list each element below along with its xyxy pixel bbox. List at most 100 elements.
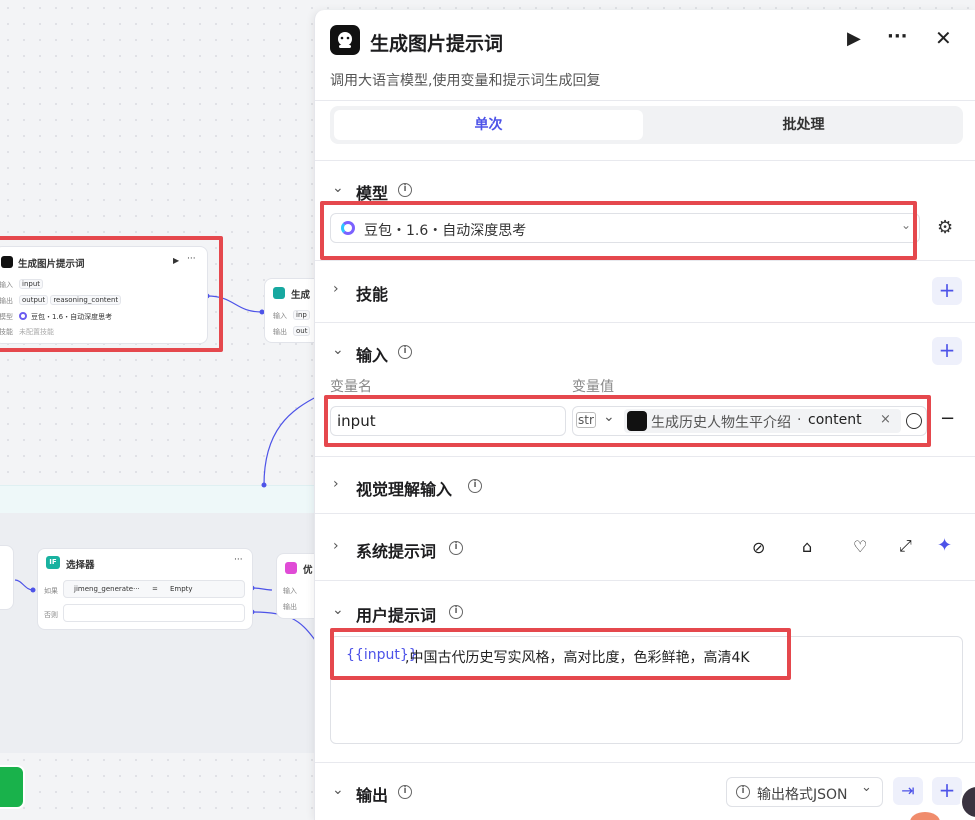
divider <box>315 762 975 763</box>
source-field: content <box>808 412 862 428</box>
chevron-down-icon: ⌄ <box>603 409 615 425</box>
input-label: 输入 <box>0 281 13 289</box>
node-title: 生成图片提示词 <box>18 259 85 270</box>
output-format-select[interactable]: i 输出格式JSON ⌄ <box>726 777 883 807</box>
library-icon[interactable]: ⌂ <box>802 537 812 556</box>
ai-sparkle-icon[interactable]: ✦ <box>937 535 952 556</box>
output-format-label: 输出格式JSON <box>757 787 848 803</box>
doubao-icon <box>19 312 27 320</box>
remove-ref-icon[interactable]: × <box>880 412 891 427</box>
more-icon[interactable]: ··· <box>187 254 196 264</box>
divider <box>315 160 975 161</box>
run-icon[interactable]: ▶ <box>847 28 861 49</box>
if-badge: IF <box>46 556 60 569</box>
source-ref-tag[interactable]: 生成历史人物生平介绍 · content × <box>624 409 901 433</box>
node-title: 优 <box>303 565 313 576</box>
bot-icon <box>1 256 13 268</box>
vision-section-title: 视觉理解输入 <box>356 480 453 499</box>
model-section-title: 模型 <box>356 184 389 203</box>
model-value: 豆包・1.6・自动深度思考 <box>364 223 527 239</box>
input-tag: inp <box>293 310 310 320</box>
close-icon[interactable]: ✕ <box>935 26 952 50</box>
skills-section-title: 技能 <box>356 285 389 304</box>
connections <box>14 293 321 641</box>
divider <box>315 580 975 581</box>
system-prompt-title: 系统提示词 <box>356 542 437 561</box>
tab-batch[interactable]: 批处理 <box>648 110 959 140</box>
divider <box>315 456 975 457</box>
panel-title: 生成图片提示词 <box>370 33 504 55</box>
condition-value: Empty <box>170 585 193 593</box>
settings-icon[interactable]: ⚙ <box>937 217 953 238</box>
skill-label: 技能 <box>0 328 13 336</box>
input-var: inp <box>293 310 310 320</box>
more-icon[interactable]: ··· <box>234 555 243 565</box>
compass-icon[interactable]: ⊘ <box>752 538 765 557</box>
mode-tabs: 单次 批处理 <box>330 106 963 144</box>
else-row[interactable] <box>63 604 245 622</box>
node-image-prompt[interactable]: 生成图片提示词 ▶ ··· 输入 input 输出 output reasoni… <box>0 246 208 344</box>
model-select[interactable]: 豆包・1.6・自动深度思考 ⌄ <box>330 213 920 243</box>
chevron-right-icon[interactable]: › <box>333 476 339 492</box>
add-output-button[interactable]: + <box>932 777 962 805</box>
info-icon: i <box>736 785 750 799</box>
condition-var: jimeng_generate··· <box>74 585 140 593</box>
user-prompt-title: 用户提示词 <box>356 606 437 625</box>
expand-icon[interactable]: ⤢ <box>899 536 912 556</box>
chevron-right-icon[interactable]: › <box>333 281 339 297</box>
info-icon[interactable]: i <box>449 605 463 619</box>
chevron-down-icon[interactable]: ⌄ <box>332 342 344 358</box>
output-label: 输出 <box>0 297 13 305</box>
chevron-down-icon: ⌄ <box>901 218 912 232</box>
type-selector[interactable]: str <box>576 412 596 428</box>
source-node: 生成历史人物生平介绍 <box>651 415 791 431</box>
run-icon[interactable]: ▶ <box>173 256 179 265</box>
input-label: 输入 <box>273 312 287 320</box>
output-var: reasoning_content <box>50 295 122 305</box>
divider <box>315 100 975 101</box>
tab-single[interactable]: 单次 <box>334 110 643 140</box>
node-icon <box>273 287 285 299</box>
prompt-text: ,中国古代历史写实风格，高对比度，色彩鲜艳，高清4K <box>405 650 750 666</box>
output-section-title: 输出 <box>356 786 389 805</box>
add-node-button[interactable] <box>0 765 25 809</box>
output-tags: output reasoning_content <box>19 295 122 305</box>
model-label: 模型 <box>0 313 13 321</box>
var-name-value: input <box>337 412 376 430</box>
info-icon[interactable]: i <box>398 183 412 197</box>
chevron-down-icon[interactable]: ⌄ <box>332 180 344 196</box>
input-tag: input <box>19 279 44 289</box>
chevron-right-icon[interactable]: › <box>333 538 339 554</box>
variable-picker-icon[interactable] <box>906 413 922 429</box>
remove-input-icon[interactable]: − <box>940 408 955 429</box>
bulb-icon[interactable]: ♡ <box>853 537 867 556</box>
chevron-down-icon[interactable]: ⌄ <box>332 602 344 618</box>
output-var: out <box>293 326 311 336</box>
bot-icon <box>330 25 360 55</box>
node-partial[interactable] <box>0 545 14 610</box>
info-icon[interactable]: i <box>398 785 412 799</box>
col-var-value: 变量值 <box>572 379 614 395</box>
divider <box>315 322 975 323</box>
else-label: 否则 <box>44 611 58 619</box>
inputs-section-title: 输入 <box>356 346 389 365</box>
info-icon[interactable]: i <box>398 345 412 359</box>
condition-row[interactable]: jimeng_generate··· = Empty <box>63 580 245 598</box>
var-name-field[interactable]: input <box>330 406 566 436</box>
add-skill-button[interactable]: + <box>932 277 962 305</box>
more-icon[interactable]: ··· <box>887 26 908 47</box>
var-value-field[interactable]: str ⌄ 生成历史人物生平介绍 · content × <box>572 406 927 436</box>
node-selector[interactable]: IF 选择器 ··· 如果 jimeng_generate··· = Empty… <box>37 548 253 630</box>
import-icon[interactable]: ⇥ <box>893 777 923 805</box>
info-icon[interactable]: i <box>449 541 463 555</box>
add-input-button[interactable]: + <box>932 337 962 365</box>
bot-icon <box>627 411 647 431</box>
output-tag: out <box>293 326 311 336</box>
user-prompt-editor[interactable]: {{input}} ,中国古代历史写实风格，高对比度，色彩鲜艳，高清4K <box>330 636 963 744</box>
divider <box>315 513 975 514</box>
output-label: 输出 <box>283 603 297 611</box>
info-icon[interactable]: i <box>468 479 482 493</box>
divider <box>315 260 975 261</box>
node-icon <box>285 562 297 574</box>
chevron-down-icon[interactable]: ⌄ <box>332 782 344 798</box>
